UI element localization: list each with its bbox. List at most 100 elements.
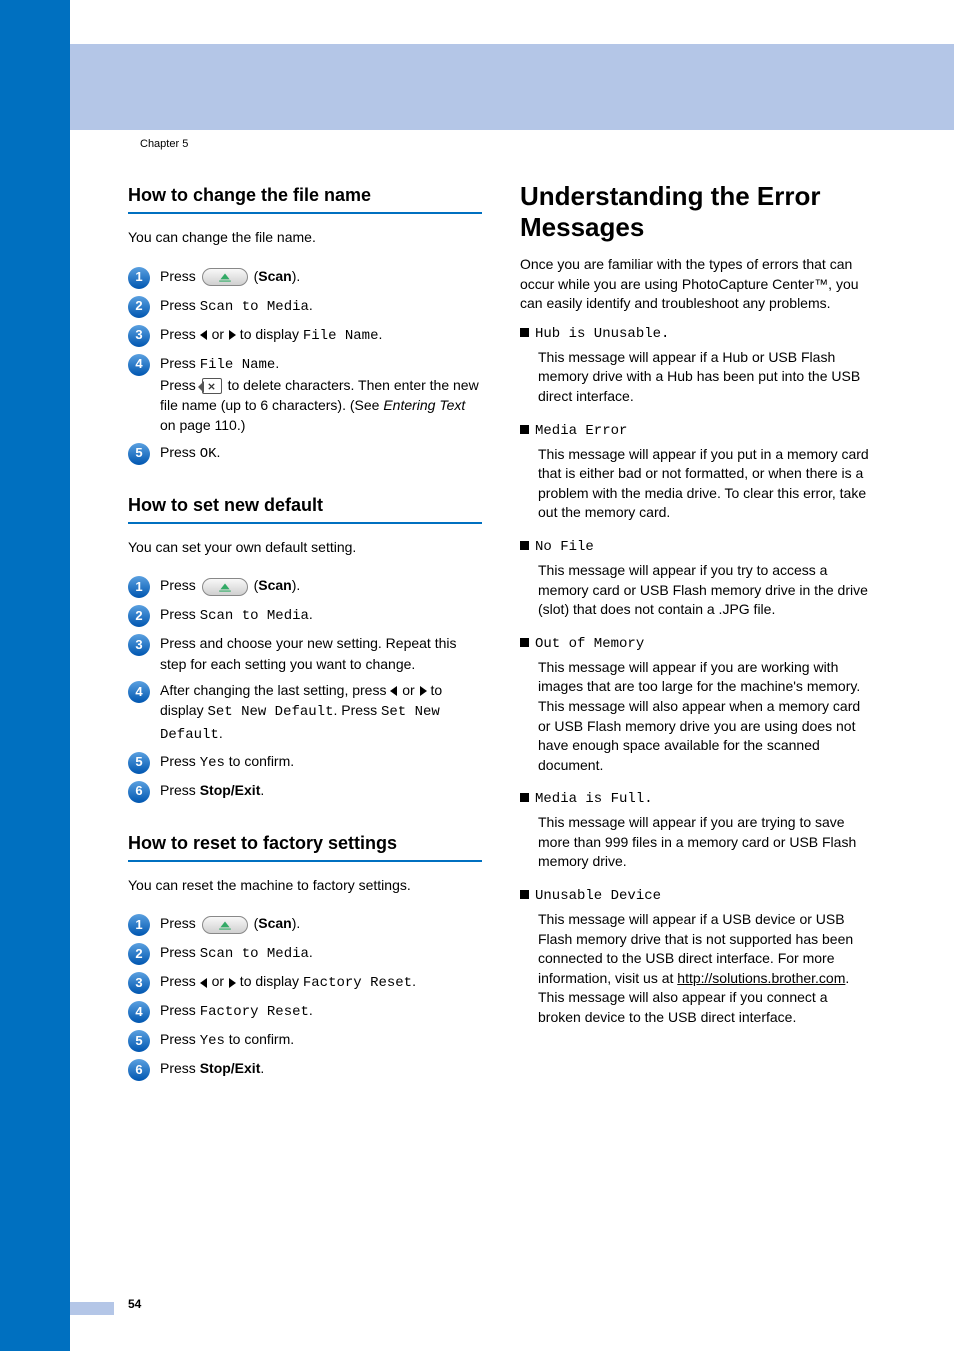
step-number-icon: 1 [128, 914, 150, 936]
step-number-icon: 6 [128, 781, 150, 803]
step-text: . [219, 725, 223, 741]
step-text: Press [160, 606, 200, 622]
step-text: Press [160, 782, 200, 798]
error-text: This message will appear if you are work… [538, 658, 874, 776]
scan-button-icon [202, 578, 248, 596]
step-text: . [217, 444, 221, 460]
step: 2 Press Scan to Media. [128, 942, 482, 965]
step-text: . [275, 355, 279, 371]
error-item: Unusable Device This message will appear… [520, 886, 874, 1028]
step-text: Press [160, 973, 200, 989]
step-text: on page 110.) [160, 417, 245, 433]
mono-text: Scan to Media [200, 299, 309, 315]
step-text: . [309, 297, 313, 313]
error-text: This message will appear if a USB device… [538, 910, 874, 1028]
step-text: Press and choose your new setting. Repea… [160, 633, 482, 674]
step-number-icon: 1 [128, 576, 150, 598]
right-arrow-icon [420, 686, 427, 696]
step-number-icon: 1 [128, 267, 150, 289]
scan-label: Scan [258, 268, 291, 284]
mono-text: Factory Reset [200, 1004, 309, 1020]
page-number: 54 [128, 1297, 141, 1311]
scan-label: Scan [258, 915, 291, 931]
step-number-icon: 2 [128, 605, 150, 627]
bullet-icon [520, 328, 529, 337]
step-text: Press [160, 268, 200, 284]
step: 1 Press (Scan). [128, 575, 482, 598]
step: 5 Press OK. [128, 442, 482, 465]
error-code: Media Error [535, 423, 627, 439]
intro-text: Once you are familiar with the types of … [520, 255, 874, 314]
step: 2 Press Scan to Media. [128, 604, 482, 627]
step-text: . [309, 944, 313, 960]
bullet-icon [520, 541, 529, 550]
step-text: . [309, 1002, 313, 1018]
step-text: . [412, 973, 416, 989]
error-code: Media is Full. [535, 791, 653, 807]
left-arrow-icon [390, 686, 397, 696]
error-code: No File [535, 539, 594, 555]
step-text: . Press [334, 702, 381, 718]
step-number-icon: 2 [128, 296, 150, 318]
right-arrow-icon [229, 978, 236, 988]
mono-text: Set New Default [207, 704, 333, 720]
bullet-icon [520, 890, 529, 899]
error-link[interactable]: http://solutions.brother.com [677, 970, 845, 986]
left-arrow-icon [200, 978, 207, 988]
step: 6 Press Stop/Exit. [128, 780, 482, 803]
paren-close: ). [292, 577, 301, 593]
scan-label: Scan [258, 577, 291, 593]
step: 4 Press Factory Reset. [128, 1000, 482, 1023]
step-number-icon: 3 [128, 325, 150, 347]
right-column: Understanding the Error Messages Once yo… [520, 155, 874, 1087]
scan-button-icon [202, 916, 248, 934]
mono-text: Factory Reset [303, 975, 412, 991]
mono-text: File Name [200, 357, 276, 373]
left-arrow-icon [200, 330, 207, 340]
step-text: to display [236, 326, 303, 342]
step: 3 Press and choose your new setting. Rep… [128, 633, 482, 674]
step-text: Press [160, 377, 200, 393]
mono-text: Yes [200, 755, 225, 771]
step-text: Press [160, 444, 200, 460]
error-item: No File This message will appear if you … [520, 537, 874, 620]
error-item: Media is Full. This message will appear … [520, 789, 874, 872]
step-text: Press [160, 1002, 200, 1018]
step-text: or [208, 326, 228, 342]
error-code: Out of Memory [535, 636, 644, 652]
step-text: to confirm. [225, 1031, 294, 1047]
mono-text: File Name [303, 328, 379, 344]
step-text: Press [160, 944, 200, 960]
section-intro: You can change the file name. [128, 228, 482, 248]
step: 3 Press or to display Factory Reset. [128, 971, 482, 994]
page-title: Understanding the Error Messages [520, 181, 874, 243]
mono-text: Scan to Media [200, 946, 309, 962]
step-text: or [208, 973, 228, 989]
error-code: Unusable Device [535, 888, 661, 904]
step-text: or [398, 682, 418, 698]
bold-text: Stop/Exit [200, 1060, 261, 1076]
paren-close: ). [292, 915, 301, 931]
scan-button-icon [202, 268, 248, 286]
section-intro: You can reset the machine to factory set… [128, 876, 482, 896]
error-text: This message will appear if you are tryi… [538, 813, 874, 872]
mono-text: Yes [200, 1033, 225, 1049]
left-column: How to change the file name You can chan… [128, 155, 482, 1087]
step-text: Press [160, 326, 200, 342]
step: 5 Press Yes to confirm. [128, 751, 482, 774]
step-text: to confirm. [225, 753, 294, 769]
step: 5 Press Yes to confirm. [128, 1029, 482, 1052]
section-title: How to set new default [128, 495, 482, 524]
page: Chapter 5 How to change the file name Yo… [0, 0, 954, 1351]
section-title: How to change the file name [128, 185, 482, 214]
footer-strip [70, 1302, 114, 1315]
step-text: . [260, 1060, 264, 1076]
step-number-icon: 5 [128, 752, 150, 774]
step-number-icon: 4 [128, 354, 150, 376]
step: 1 Press (Scan). [128, 266, 482, 289]
error-item: Out of Memory This message will appear i… [520, 634, 874, 776]
step-text: . [378, 326, 382, 342]
step-text: After changing the last setting, press [160, 682, 390, 698]
step-number-icon: 3 [128, 972, 150, 994]
step-text: Press [160, 355, 200, 371]
